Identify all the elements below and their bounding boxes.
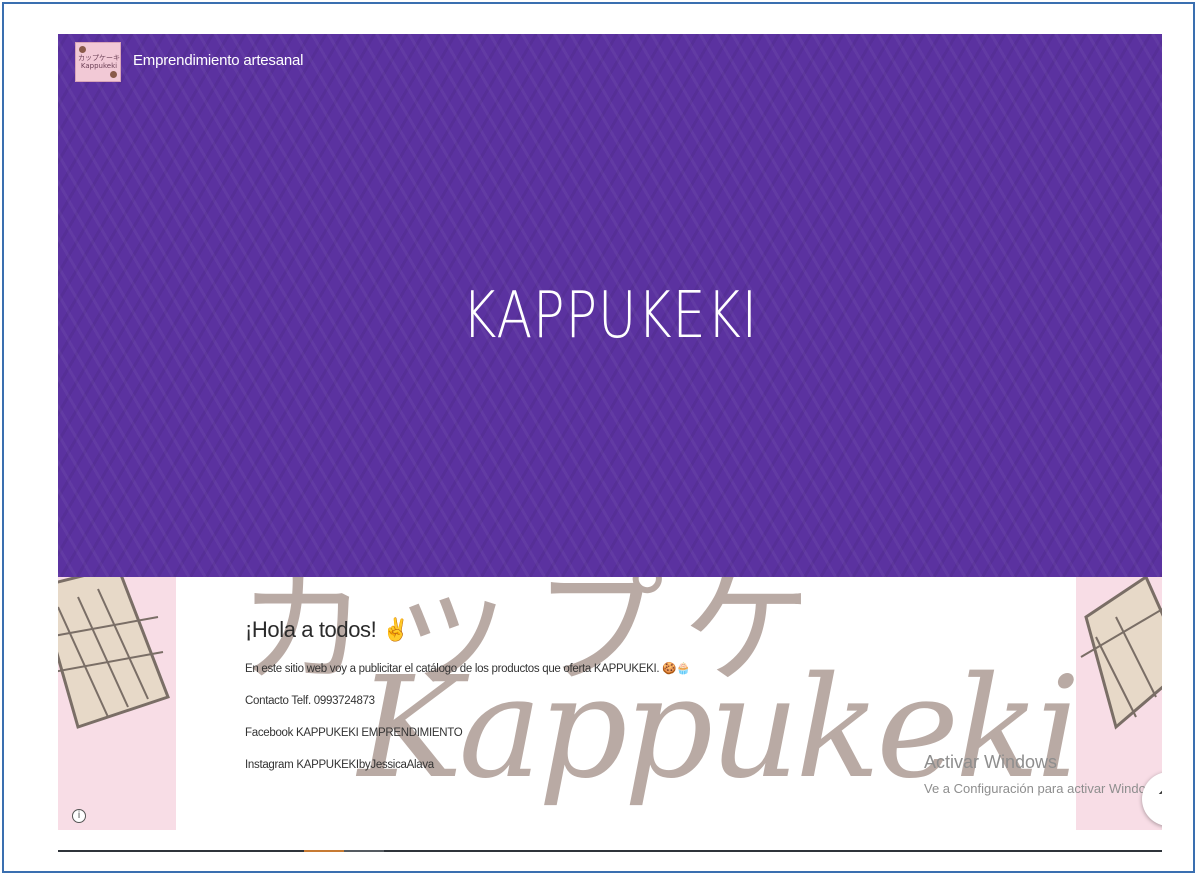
bottom-bar-accent xyxy=(304,850,344,852)
site-name-link[interactable]: Emprendimiento artesanal xyxy=(133,52,303,69)
windows-activation-watermark: Activar Windows Ve a Configuración para … xyxy=(924,752,1162,796)
hero-title: KAPPUKEKI xyxy=(462,279,758,353)
screenshot-frame: カップケーキ Kappukeki Emprendimiento artesana… xyxy=(2,2,1195,873)
logo-decoration xyxy=(110,71,117,78)
catalog-description: En este sitio web voy a publicitar el ca… xyxy=(245,663,691,675)
logo-decoration xyxy=(79,46,86,53)
cupcake-illustration-left xyxy=(58,577,170,729)
instagram-info: Instagram KAPPUKEKIbyJessicaAlava xyxy=(245,759,434,771)
info-icon[interactable]: i xyxy=(72,809,86,823)
contact-phone: Contacto Telf. 0993724873 xyxy=(245,695,375,707)
activation-subtitle: Ve a Configuración para activar Windows. xyxy=(924,781,1162,796)
bottom-bar xyxy=(58,850,1162,852)
facebook-info: Facebook KAPPUKEKI EMPRENDIMIENTO xyxy=(245,727,463,739)
logo-text: カップケーキ Kappukeki xyxy=(78,54,120,70)
cupcake-image-left: i xyxy=(58,577,176,830)
site-logo[interactable]: カップケーキ Kappukeki xyxy=(75,42,121,82)
intro-text: ¡Hola a todos! ✌ En este sitio web voy a… xyxy=(245,617,691,791)
greeting-heading: ¡Hola a todos! ✌ xyxy=(245,617,410,642)
intro-section: i カップケ Kappukeki ¡Hola a todos! ✌ En est… xyxy=(58,577,1162,830)
web-page: カップケーキ Kappukeki Emprendimiento artesana… xyxy=(58,34,1162,852)
hero-banner: カップケーキ Kappukeki Emprendimiento artesana… xyxy=(58,34,1162,577)
bottom-bar-segment xyxy=(344,850,384,852)
activation-title: Activar Windows xyxy=(924,752,1058,772)
